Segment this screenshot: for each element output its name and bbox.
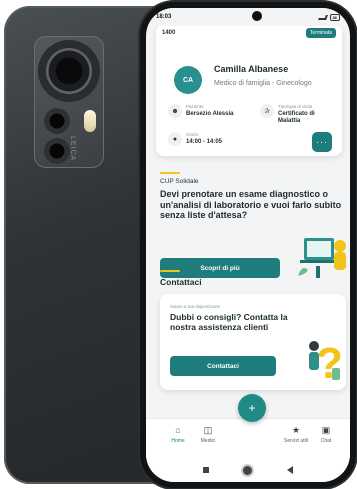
- nav-item-home[interactable]: ⌂ Home: [162, 425, 194, 444]
- patient-name: Bersezio Alessia: [186, 111, 234, 117]
- time-value: 14:00 - 14:05: [186, 139, 223, 145]
- visit-type-label: Tipologia di visita: [278, 104, 313, 109]
- patient-label: Paziente: [186, 104, 204, 109]
- battery-icon: 86: [329, 13, 340, 21]
- home-system-icon[interactable]: [243, 465, 253, 475]
- camera-module: LEICA: [34, 36, 104, 168]
- section-accent-line-2: [160, 270, 180, 272]
- recent-apps-icon[interactable]: [203, 467, 210, 473]
- nav-label-medici: Medici: [200, 438, 216, 444]
- home-icon: ⌂: [175, 425, 181, 435]
- add-button[interactable]: +: [238, 394, 266, 422]
- front-camera-icon: [252, 11, 262, 21]
- contact-us-button[interactable]: Contattaci: [170, 356, 276, 376]
- user-icon: ☻: [168, 104, 182, 118]
- phone-screen: 18:03 86 1400 Terminata CA Camilla Alban…: [146, 8, 350, 482]
- signal-icon: [317, 14, 328, 20]
- stethoscope-icon: ✰: [260, 104, 274, 118]
- status-bar: 18:03 86: [146, 8, 350, 26]
- brand-mark: LEICA: [69, 136, 76, 162]
- nav-item-chat[interactable]: ▣ Chat: [310, 425, 342, 444]
- status-badge: Terminata: [306, 28, 336, 38]
- cup-label: CUP Solidale: [160, 178, 199, 185]
- camera-lens-3: [44, 138, 70, 164]
- flash-icon: [84, 110, 96, 132]
- question-mark-illustration-icon: ?: [309, 339, 343, 384]
- status-time: 18:03: [156, 14, 172, 20]
- back-icon[interactable]: [286, 466, 293, 474]
- clock-icon: ●: [168, 132, 182, 146]
- appointment-card[interactable]: 1400 Terminata CA Camilla Albanese Medic…: [156, 24, 342, 156]
- star-icon: ★: [291, 425, 301, 435]
- more-options-button[interactable]: ···: [312, 132, 332, 152]
- nav-label-chat: Chat: [320, 438, 332, 444]
- visit-type-value: Certificato di Malattia: [278, 111, 315, 124]
- chat-icon: ▣: [321, 425, 331, 435]
- nav-item-servizi-utili[interactable]: ★ Servizi utili: [280, 425, 312, 444]
- contact-card: Siamo a tua disposizione Dubbi o consigl…: [160, 294, 346, 390]
- nav-label-home: Home: [171, 438, 185, 444]
- time-label: Orario: [186, 132, 199, 137]
- main-camera-lens: [38, 40, 100, 102]
- contact-subtitle: Siamo a tua disposizione: [170, 304, 221, 309]
- camera-lens-2: [44, 108, 70, 134]
- doctor-role: Medico di famiglia - Ginecologo: [214, 80, 312, 87]
- nav-item-medici[interactable]: ◫ Medici: [192, 425, 224, 444]
- doctor-bag-icon: ◫: [203, 425, 213, 435]
- system-navigation-bar: [146, 458, 350, 482]
- appointment-time-top: 1400: [162, 30, 176, 36]
- nav-label-servizi-utili: Servizi utili: [284, 438, 308, 444]
- contact-section-title: Contattaci: [160, 277, 202, 287]
- discover-more-button[interactable]: Scopri di più: [160, 258, 280, 278]
- doctor-name: Camilla Albanese: [214, 64, 289, 74]
- contact-title: Dubbi o consigli? Contatta la nostra ass…: [170, 312, 288, 332]
- cup-title: Devi prenotare un esame diagnostico o un…: [160, 189, 342, 220]
- avatar: CA: [174, 66, 202, 94]
- section-accent-line: [160, 172, 180, 174]
- lab-illustration-icon: [298, 238, 346, 278]
